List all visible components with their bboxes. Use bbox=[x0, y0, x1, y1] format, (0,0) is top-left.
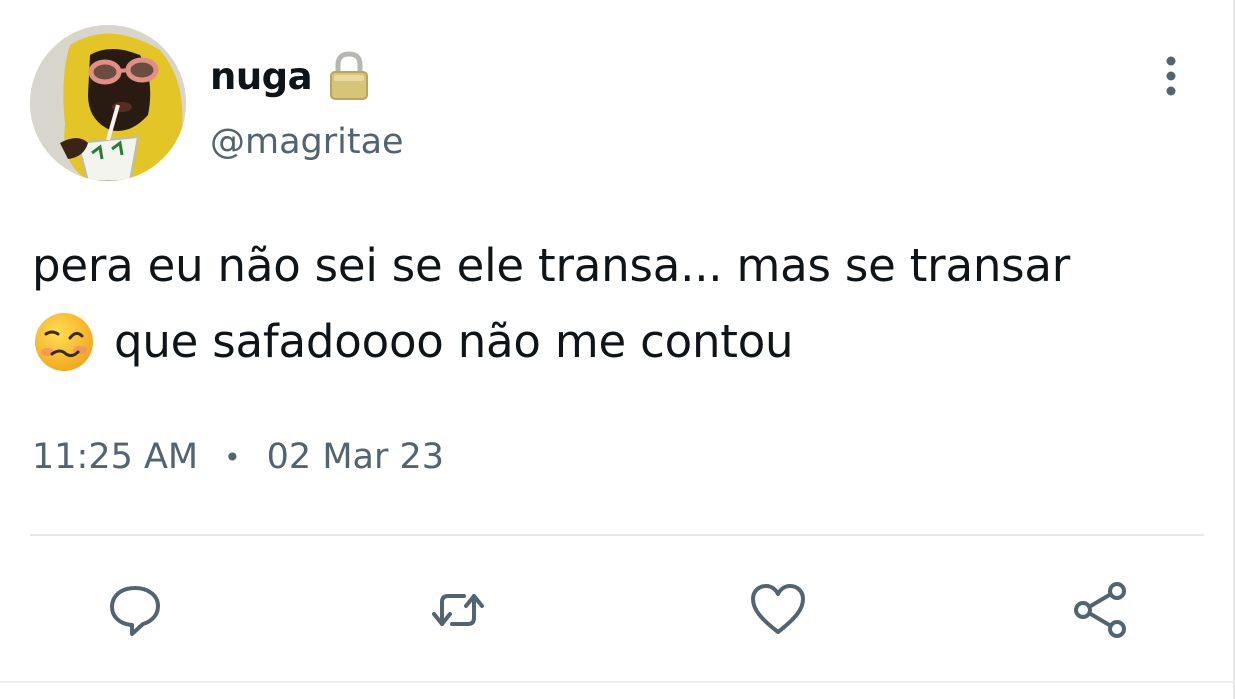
author-display-name[interactable]: nuga bbox=[210, 55, 313, 98]
avatar[interactable] bbox=[30, 25, 186, 181]
retweet-button[interactable] bbox=[418, 570, 498, 650]
lock-icon bbox=[328, 51, 370, 101]
action-bar bbox=[0, 570, 1235, 650]
author-name-row: nuga bbox=[210, 50, 370, 102]
tweet-date[interactable]: 02 Mar 23 bbox=[267, 437, 444, 477]
reply-icon bbox=[110, 586, 160, 636]
woozy-face-icon bbox=[32, 310, 96, 374]
meta-separator: • bbox=[224, 440, 241, 474]
avatar-photo bbox=[30, 25, 186, 181]
like-button[interactable] bbox=[738, 570, 818, 650]
retweet-icon bbox=[432, 594, 484, 626]
tweet-text: pera eu não sei se ele transa... mas se … bbox=[32, 228, 1212, 380]
author-handle[interactable]: @magritae bbox=[210, 122, 404, 162]
share-button[interactable] bbox=[1060, 570, 1140, 650]
share-icon bbox=[1074, 582, 1126, 638]
tweet-card: nuga @magritae pera eu não sei se ele tr… bbox=[0, 0, 1235, 699]
divider bbox=[30, 534, 1204, 536]
tweet-meta: 11:25 AM • 02 Mar 23 bbox=[32, 437, 444, 477]
tweet-time[interactable]: 11:25 AM bbox=[32, 437, 198, 477]
bottom-divider bbox=[0, 681, 1235, 683]
tweet-text-line-2-row: que safadoooo não me contou bbox=[32, 304, 1212, 380]
heart-icon bbox=[751, 584, 805, 634]
tweet-text-line-1: pera eu não sei se ele transa... mas se … bbox=[32, 239, 1071, 292]
tweet-text-line-2: que safadoooo não me contou bbox=[114, 315, 794, 368]
more-options-icon[interactable] bbox=[1156, 55, 1186, 97]
reply-button[interactable] bbox=[95, 570, 175, 650]
